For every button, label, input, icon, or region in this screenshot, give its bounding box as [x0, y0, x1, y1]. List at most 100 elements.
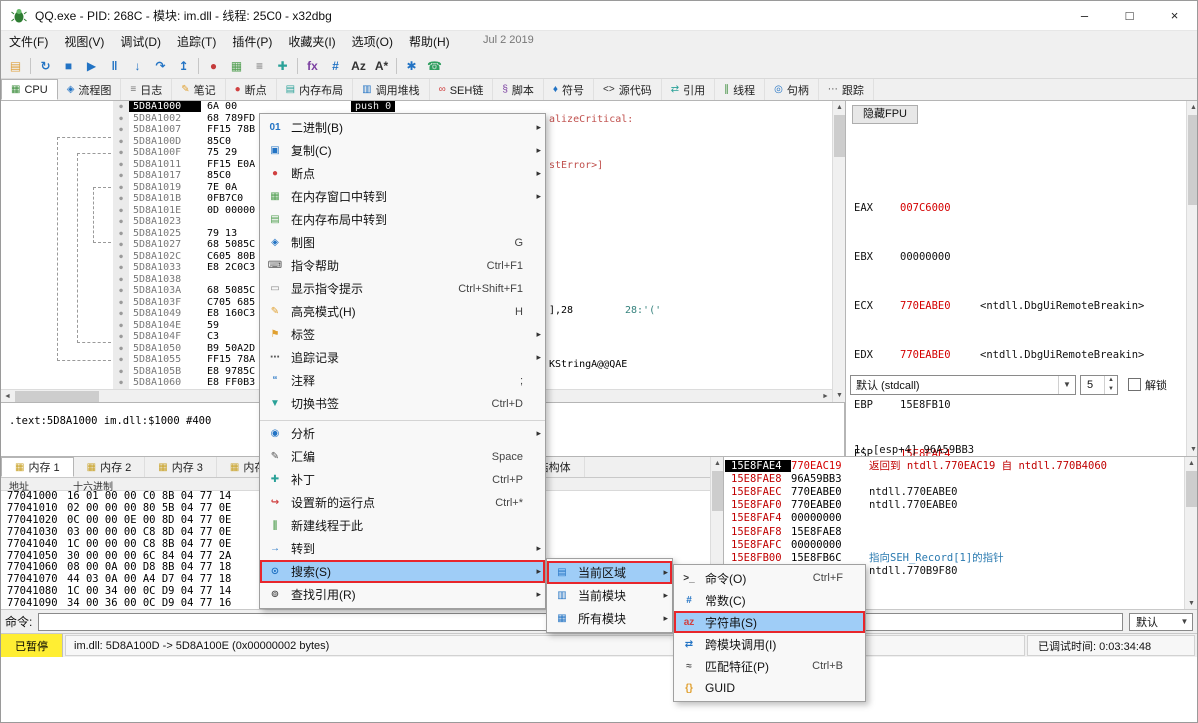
minimize-button[interactable]: –: [1062, 1, 1107, 31]
context-menu-item[interactable]: ⋯ 追踪记录 ▸: [260, 346, 545, 369]
context-menu-item[interactable]: ✎ 汇编 Space: [260, 445, 545, 468]
toolbar-icon[interactable]: ✱: [400, 55, 423, 77]
chevron-down-icon[interactable]: ▼: [1177, 617, 1192, 626]
breakpoint-dot[interactable]: ●: [113, 297, 129, 309]
view-tab[interactable]: ▤ 内存布局: [277, 79, 353, 100]
view-tab[interactable]: ∞ SEH链: [430, 79, 494, 100]
register-row[interactable]: EDX 770EABE0 <ntdll.DbgUiRemoteBreakin>: [854, 349, 1184, 361]
toolbar-icon[interactable]: [27, 55, 34, 77]
breakpoint-dot[interactable]: ●: [113, 354, 129, 366]
context-menu-item[interactable]: ⌨ 指令帮助 Ctrl+F1: [260, 254, 545, 277]
toolbar-icon[interactable]: ✚: [271, 55, 294, 77]
dump-tab[interactable]: ▦ 内存 2: [74, 457, 146, 477]
dump-tab[interactable]: ▦ 内存 1: [1, 457, 74, 477]
context-menu-item[interactable]: [260, 415, 545, 422]
scroll-up-arrow[interactable]: ▲: [711, 457, 724, 470]
breakpoint-dot[interactable]: ●: [113, 159, 129, 171]
breakpoint-dot[interactable]: ●: [113, 331, 129, 343]
submenu-item[interactable]: az 字符串(S): [674, 611, 865, 633]
register-row[interactable]: ECX 770EABE0 <ntdll.DbgUiRemoteBreakin>: [854, 300, 1184, 312]
context-menu-item[interactable]: 01 二进制(B) ▸: [260, 116, 545, 139]
view-tab[interactable]: ◎ 句柄: [765, 79, 819, 100]
toolbar-icon[interactable]: [393, 55, 400, 77]
context-menu-item[interactable]: ∥ 新建线程于此: [260, 514, 545, 537]
menu-bar-item[interactable]: 追踪(T): [169, 31, 224, 53]
hide-fpu-button[interactable]: 隐藏FPU: [852, 105, 918, 124]
submenu-item[interactable]: ⇄ 跨模块调用(I): [674, 633, 865, 655]
scrollbar-thumb[interactable]: [1188, 115, 1198, 205]
toolbar-icon[interactable]: ↻: [34, 55, 57, 77]
view-tab[interactable]: ≡ 日志: [121, 79, 172, 100]
breakpoint-dot[interactable]: ●: [113, 216, 129, 228]
toolbar-icon[interactable]: A*: [370, 55, 393, 77]
breakpoint-dot[interactable]: ●: [113, 366, 129, 378]
context-menu-item[interactable]: → 转到 ▸: [260, 537, 545, 560]
menu-bar-item[interactable]: 收藏夹(I): [280, 31, 343, 53]
menu-bar-item[interactable]: 帮助(H): [401, 31, 458, 53]
chevron-down-icon[interactable]: ▼: [1058, 376, 1075, 394]
menu-bar-item[interactable]: 选项(O): [344, 31, 401, 53]
toolbar-icon[interactable]: #: [324, 55, 347, 77]
view-tab[interactable]: ✎ 笔记: [172, 79, 225, 100]
context-menu-item[interactable]: ⊙ 搜索(S) ▸: [260, 560, 545, 583]
breakpoint-dot[interactable]: ●: [113, 193, 129, 205]
stepper-arrows-icon[interactable]: ▲▼: [1104, 376, 1117, 394]
calling-convention-select[interactable]: 默认 (stdcall) ▼: [850, 375, 1076, 395]
context-menu-item[interactable]: ▤ 在内存布局中转到: [260, 208, 545, 231]
submenu-item[interactable]: {} GUID: [674, 677, 865, 699]
breakpoint-dot[interactable]: ●: [113, 113, 129, 125]
submenu-item[interactable]: ▦ 所有模块 ▸: [547, 607, 672, 630]
toolbar-icon[interactable]: Az: [347, 55, 370, 77]
context-menu-item[interactable]: “ 注释 ;: [260, 369, 545, 392]
register-row[interactable]: EBX 00000000: [854, 251, 1184, 263]
view-tab[interactable]: ∥ 线程: [715, 79, 765, 100]
breakpoint-dot[interactable]: ●: [113, 182, 129, 194]
context-menu-item[interactable]: ▼ 切换书签 Ctrl+D: [260, 392, 545, 415]
context-menu-item[interactable]: ▣ 复制(C) ▸: [260, 139, 545, 162]
toolbar-icon[interactable]: ↓: [126, 55, 149, 77]
stack-row[interactable]: 15E8FAF4 00000000: [725, 512, 1197, 525]
view-tab[interactable]: ◈ 流程图: [58, 79, 122, 100]
view-tab[interactable]: ♦ 符号: [544, 79, 594, 100]
context-menu-item[interactable]: ▭ 显示指令提示 Ctrl+Shift+F1: [260, 277, 545, 300]
submenu-item[interactable]: ▤ 当前区域 ▸: [547, 561, 672, 584]
toolbar-icon[interactable]: ↷: [149, 55, 172, 77]
scrollbar-thumb[interactable]: [712, 471, 723, 511]
submenu-item[interactable]: >_ 命令(O) Ctrl+F: [674, 567, 865, 589]
scrollbar-thumb[interactable]: [834, 115, 845, 157]
view-tab[interactable]: ⋯ 跟踪: [819, 79, 874, 100]
breakpoint-dot[interactable]: ●: [113, 343, 129, 355]
maximize-button[interactable]: □: [1107, 1, 1152, 31]
registers-scrollbar[interactable]: ▲ ▼: [1186, 101, 1198, 456]
toolbar-icon[interactable]: ≡: [248, 55, 271, 77]
unlock-checkbox[interactable]: [1128, 378, 1141, 391]
toolbar-icon[interactable]: ☎: [423, 55, 446, 77]
breakpoint-dot[interactable]: ●: [113, 147, 129, 159]
context-menu-item[interactable]: ✚ 补丁 Ctrl+P: [260, 468, 545, 491]
context-menu-item[interactable]: ● 断点 ▸: [260, 162, 545, 185]
scroll-down-arrow[interactable]: ▼: [1187, 443, 1198, 456]
breakpoint-dot[interactable]: ●: [113, 251, 129, 263]
view-tab[interactable]: ▥ 调用堆栈: [353, 79, 429, 100]
stack-scrollbar[interactable]: ▲ ▼: [1184, 457, 1197, 610]
stack-row[interactable]: 15E8FAEC 770EABE0 ntdll.770EABE0: [725, 485, 1197, 498]
breakpoint-dot[interactable]: ●: [113, 228, 129, 240]
call-argument-row[interactable]: 1: [esp+4] 96A59BB3: [854, 445, 1184, 456]
stack-row[interactable]: 15E8FAE4 770EAC19 返回到 ntdll.770EAC19 自 n…: [725, 459, 1197, 472]
scroll-up-arrow[interactable]: ▲: [1187, 101, 1198, 114]
context-menu-item[interactable]: ◈ 制图 G: [260, 231, 545, 254]
toolbar-icon[interactable]: fx: [301, 55, 324, 77]
toolbar-icon[interactable]: ▦: [225, 55, 248, 77]
toolbar-icon[interactable]: [294, 55, 301, 77]
breakpoint-dot[interactable]: ●: [113, 285, 129, 297]
menu-bar-item[interactable]: 文件(F): [1, 31, 56, 53]
view-tab[interactable]: <> 源代码: [594, 79, 662, 100]
toolbar-icon[interactable]: ■: [57, 55, 80, 77]
stack-row[interactable]: 15E8FAF8 15E8FAE8: [725, 525, 1197, 538]
scroll-up-arrow[interactable]: ▲: [833, 101, 845, 114]
toolbar-icon[interactable]: ▶: [80, 55, 103, 77]
toolbar-icon[interactable]: [195, 55, 202, 77]
breakpoint-dot[interactable]: ●: [113, 124, 129, 136]
context-menu-item[interactable]: ✎ 高亮模式(H) H: [260, 300, 545, 323]
view-tab[interactable]: § 脚本: [493, 79, 544, 100]
